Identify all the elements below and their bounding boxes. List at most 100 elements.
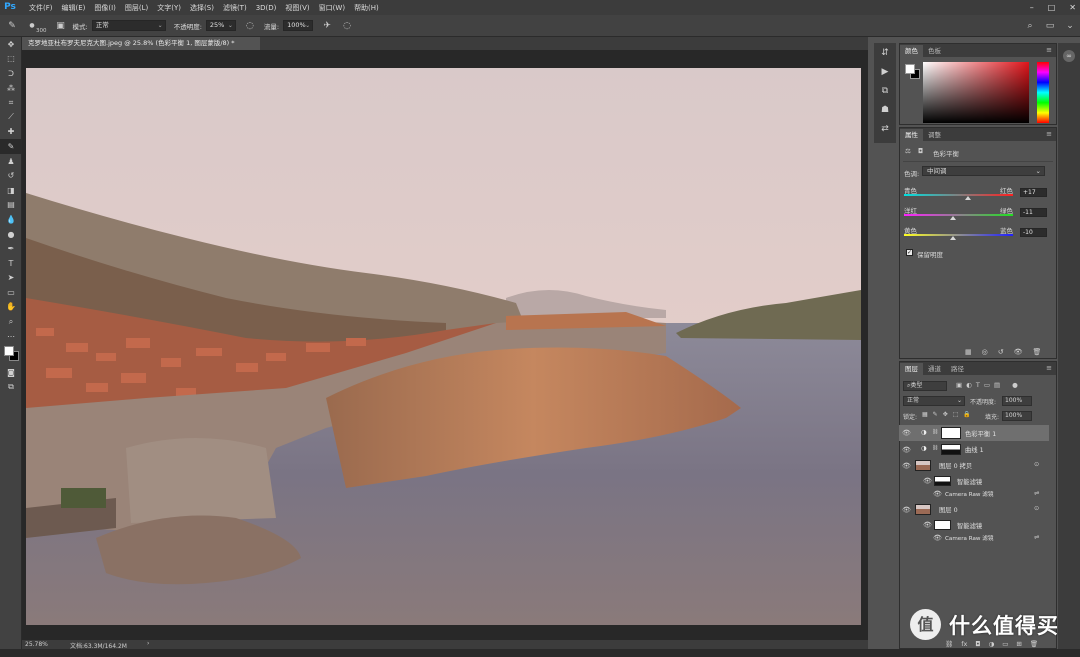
- filter-options-icon[interactable]: ⇌: [1034, 490, 1039, 497]
- pixel-filter-icon[interactable]: ▣: [956, 381, 962, 389]
- move-tool-icon[interactable]: ✥: [0, 37, 22, 52]
- lock-transparent-icon[interactable]: ▦: [922, 411, 928, 418]
- reset-icon[interactable]: ↺: [998, 348, 1004, 356]
- search-icon[interactable]: ⌕: [1024, 20, 1036, 32]
- layer-row[interactable]: 👁 智能滤镜: [899, 474, 1049, 488]
- blend-mode-select[interactable]: 正常 ⌄: [903, 396, 965, 406]
- history-icon[interactable]: ⇵: [874, 43, 896, 62]
- menu-filter[interactable]: 滤镜(T): [223, 3, 247, 13]
- eye-icon[interactable]: 👁: [923, 477, 932, 485]
- layer-filter-select[interactable]: ⌕类型: [903, 381, 947, 391]
- foreground-color-swatch[interactable]: [4, 346, 14, 357]
- menu-select[interactable]: 选择(S): [190, 3, 214, 13]
- type-tool-icon[interactable]: T: [0, 256, 22, 271]
- slider-cyan-red-knob[interactable]: [964, 196, 971, 200]
- layer-row[interactable]: 👁 图层 0 ⊙: [899, 502, 1049, 517]
- tab-properties[interactable]: 属性: [900, 129, 923, 141]
- pen-tool-icon[interactable]: ✒: [0, 241, 22, 256]
- eye-icon[interactable]: 👁: [902, 429, 911, 437]
- smart-filter-icon[interactable]: ▤: [994, 381, 1000, 389]
- layer-thumbnail[interactable]: [915, 460, 931, 471]
- document-tab[interactable]: 克罗地亚杜布罗夫尼克大图.jpeg @ 25.8% (色彩平衡 1, 图层蒙版/…: [22, 37, 260, 50]
- eye-icon[interactable]: 👁: [933, 490, 942, 498]
- menu-help[interactable]: 帮助(H): [354, 3, 379, 13]
- filter-mask-thumbnail[interactable]: [934, 520, 951, 530]
- layer-row[interactable]: 👁 Camera Raw 滤镜 ⇌: [899, 488, 1049, 500]
- lock-pixels-icon[interactable]: ✎: [933, 411, 938, 418]
- eye-icon[interactable]: 👁: [902, 446, 911, 454]
- slider-magenta-green-track[interactable]: [904, 214, 1013, 216]
- quick-select-tool-icon[interactable]: ⁂: [0, 81, 22, 96]
- menu-image[interactable]: 图像(I): [94, 3, 116, 13]
- hue-slider[interactable]: [1037, 62, 1049, 123]
- brush-panel-icon[interactable]: ▣: [55, 20, 67, 32]
- lock-all-icon[interactable]: 🔒: [963, 411, 970, 418]
- new-group-icon[interactable]: ▭: [1002, 640, 1008, 648]
- color-field[interactable]: [923, 62, 1029, 123]
- minimize-icon[interactable]: –: [1030, 3, 1034, 12]
- opacity-input[interactable]: 25% ⌄: [205, 20, 236, 31]
- tab-paths[interactable]: 路径: [946, 363, 969, 375]
- cc-libraries-icon[interactable]: ∞: [1063, 50, 1075, 62]
- menu-file[interactable]: 文件(F): [29, 3, 53, 13]
- layer-row[interactable]: 👁 ◑ ⛓ 色彩平衡 1: [899, 425, 1049, 441]
- brush-presets-icon[interactable]: ☗: [874, 100, 896, 119]
- trash-icon[interactable]: 🗑: [1030, 640, 1038, 648]
- mask-icon[interactable]: ◘: [918, 147, 923, 155]
- eyedropper-tool-icon[interactable]: ⟋: [0, 110, 22, 125]
- maximize-icon[interactable]: □: [1048, 3, 1056, 12]
- slider-magenta-green-knob[interactable]: [949, 216, 956, 220]
- lock-artboard-icon[interactable]: ⬚: [953, 411, 959, 418]
- dodge-tool-icon[interactable]: ●: [0, 227, 22, 242]
- mode-select[interactable]: 正常 ⌄: [91, 20, 166, 31]
- layer-mask-thumbnail[interactable]: [941, 427, 961, 439]
- layer-row[interactable]: 👁 Camera Raw 滤镜 ⇌: [899, 532, 1049, 544]
- workspace-icon[interactable]: ▭: [1044, 20, 1056, 32]
- layer-row[interactable]: 👁 ◑ ⛓ 曲线 1: [899, 442, 1049, 457]
- slider-magenta-green-value[interactable]: -11: [1020, 208, 1047, 217]
- marquee-tool-icon[interactable]: ⬚: [0, 52, 22, 67]
- filter-options-icon[interactable]: ⇌: [1034, 534, 1039, 541]
- chevron-down-icon[interactable]: ⌄: [1064, 20, 1076, 32]
- quick-mask-icon[interactable]: ◙: [0, 365, 22, 380]
- tab-swatches[interactable]: 色板: [923, 45, 946, 57]
- shape-tool-icon[interactable]: ▭: [0, 285, 22, 300]
- color-swatches[interactable]: [0, 343, 22, 365]
- add-mask-icon[interactable]: ◘: [975, 640, 980, 648]
- menu-layer[interactable]: 图层(L): [125, 3, 148, 13]
- brush-tool-icon[interactable]: ✎: [6, 20, 18, 32]
- pressure-opacity-icon[interactable]: ◌: [244, 20, 256, 32]
- flow-input[interactable]: 100% ⌄: [283, 20, 314, 31]
- view-previous-icon[interactable]: ◎: [982, 348, 988, 356]
- menu-edit[interactable]: 编辑(E): [62, 3, 86, 13]
- slider-cyan-red-value[interactable]: +17: [1020, 188, 1047, 197]
- crop-tool-icon[interactable]: ⌗: [0, 95, 22, 110]
- clone-source-icon[interactable]: ⧉: [874, 81, 896, 100]
- history-brush-tool-icon[interactable]: ↺: [0, 168, 22, 183]
- type-filter-icon[interactable]: T: [976, 381, 980, 389]
- blur-tool-icon[interactable]: 💧: [0, 212, 22, 227]
- visibility-icon[interactable]: 👁: [1014, 348, 1023, 356]
- filter-toggle-icon[interactable]: ●: [1012, 381, 1018, 389]
- layer-opacity-input[interactable]: 100%: [1002, 396, 1032, 406]
- zoom-level[interactable]: 25.78%: [25, 641, 48, 648]
- layer-row[interactable]: 👁 图层 0 拷贝 ⊙: [899, 458, 1049, 473]
- edit-toolbar-icon[interactable]: ⋯: [0, 329, 22, 344]
- layer-row[interactable]: 👁 智能滤镜: [899, 518, 1049, 532]
- healing-brush-tool-icon[interactable]: ✚: [0, 125, 22, 140]
- adjust-filter-icon[interactable]: ◐: [966, 381, 972, 389]
- slider-cyan-red-track[interactable]: [904, 194, 1013, 196]
- tab-adjustments[interactable]: 调整: [923, 129, 946, 141]
- eye-icon[interactable]: 👁: [923, 521, 932, 529]
- eye-icon[interactable]: 👁: [902, 506, 911, 514]
- lasso-tool-icon[interactable]: ᑐ: [0, 66, 22, 81]
- eraser-tool-icon[interactable]: ◨: [0, 183, 22, 198]
- tab-color[interactable]: 颜色: [900, 45, 923, 57]
- menu-view[interactable]: 视图(V): [285, 3, 309, 13]
- clone-stamp-tool-icon[interactable]: ♟: [0, 154, 22, 169]
- close-icon[interactable]: ✕: [1069, 3, 1076, 12]
- tone-select[interactable]: 中间调 ⌄: [922, 166, 1045, 176]
- eye-icon[interactable]: 👁: [933, 534, 942, 542]
- lock-position-icon[interactable]: ✥: [943, 411, 948, 418]
- layer-mask-thumbnail[interactable]: [941, 444, 961, 455]
